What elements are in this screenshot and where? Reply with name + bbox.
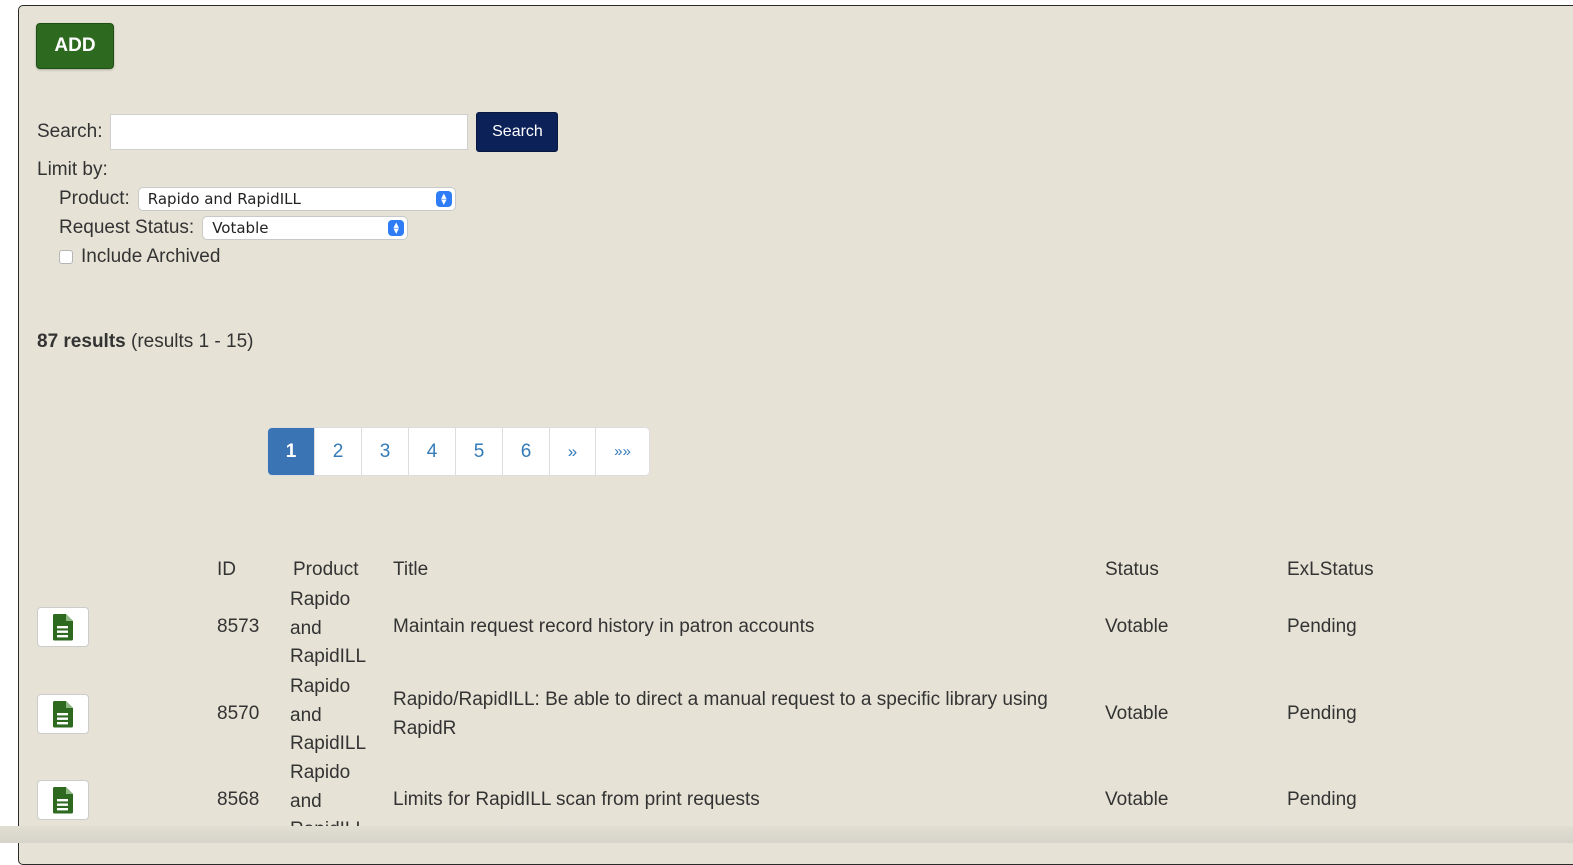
pagination: 1 2 3 4 5 6 » »» [267,427,650,476]
row-id: 8568 [217,789,260,810]
results-count: 87 results [37,331,126,352]
row-id: 8573 [217,616,260,637]
header-status: Status [1105,559,1159,580]
include-archived-checkbox[interactable] [59,250,73,264]
product-line: Rapido [290,676,351,697]
header-id: ID [217,559,236,580]
select-arrows-icon: ▲ ▼ [435,191,452,207]
row-exl-status: Pending [1287,789,1357,810]
header-product: Product [293,559,359,580]
window-bottom-edge [0,826,1573,843]
header-exl-status: ExLStatus [1287,559,1374,580]
search-button[interactable]: Search [476,112,559,152]
last-page-button[interactable]: »» [596,428,649,475]
row-status: Votable [1105,703,1169,724]
row-product: Rapido and RapidILL [290,586,366,672]
view-request-button[interactable] [37,694,89,734]
document-icon [52,614,73,641]
request-status-select-value: Votable [212,219,269,237]
include-archived-label: Include Archived [81,246,221,267]
row-title: Rapido/RapidILL: Be able to direct a man… [393,689,1048,739]
add-button[interactable]: ADD [36,23,114,69]
row-product: Rapido and RapidILL [290,673,366,759]
product-line: Rapido [290,589,351,610]
row-exl-status: Pending [1287,703,1357,724]
status-filter: Request Status: Votable ▲ ▼ [59,216,409,240]
row-title: Limits for RapidILL scan from print requ… [393,789,760,810]
row-status: Votable [1105,616,1169,637]
product-line: RapidILL [290,646,367,668]
search-input[interactable] [110,114,469,150]
limit-by-label: Limit by: [37,159,108,180]
row-exl-status: Pending [1287,616,1357,637]
document-icon [52,787,73,814]
page-2[interactable]: 2 [315,428,362,475]
product-line: and [290,790,322,812]
search-label: Search: [37,121,103,142]
results-summary: 87 results (results 1 - 15) [37,331,254,353]
page-6[interactable]: 6 [503,428,550,475]
product-select[interactable]: Rapido and RapidILL ▲ ▼ [137,187,456,211]
product-line: RapidILL [290,733,367,755]
product-label: Product: [59,188,130,209]
product-filter: Product: Rapido and RapidILL ▲ ▼ [59,187,456,211]
page-3[interactable]: 3 [362,428,409,475]
request-status-select[interactable]: Votable ▲ ▼ [202,216,409,240]
results-range: (results 1 - 15) [131,331,254,352]
search-row: Search: Search [37,110,559,154]
next-page-button[interactable]: » [550,428,596,475]
product-line: and [290,617,322,639]
main-panel: ADD Search: Search Limit by: Product: Ra… [18,5,1573,865]
page-4[interactable]: 4 [409,428,456,475]
row-title: Maintain request record history in patro… [393,616,815,637]
page-1[interactable]: 1 [268,428,315,475]
product-line: and [290,704,322,726]
view-request-button[interactable] [37,780,89,820]
request-status-label: Request Status: [59,217,195,238]
header-title: Title [393,559,429,580]
page-5[interactable]: 5 [456,428,503,475]
document-icon [52,701,73,728]
select-arrows-icon: ▲ ▼ [388,220,405,236]
row-id: 8570 [217,703,260,724]
product-select-value: Rapido and RapidILL [147,190,301,208]
row-status: Votable [1105,789,1169,810]
product-line: Rapido [290,762,351,783]
include-archived-row: Include Archived [59,246,220,268]
view-request-button[interactable] [37,607,89,647]
